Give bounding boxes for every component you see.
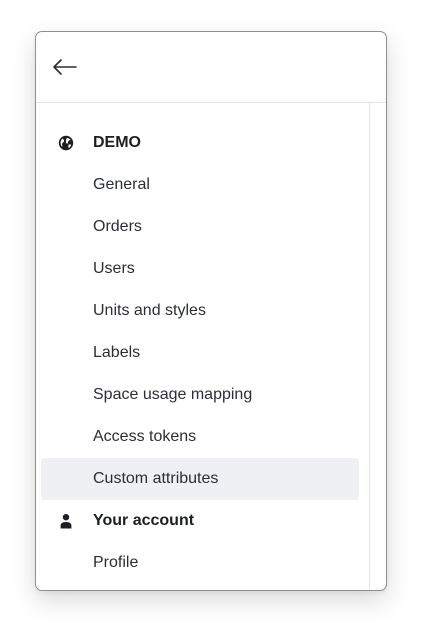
section-header-demo[interactable]: DEMO <box>41 122 359 164</box>
menu-item-label: General <box>93 176 150 193</box>
menu-item-label: Custom attributes <box>93 470 219 487</box>
menu-item-label: Orders <box>93 218 142 235</box>
section-header-your-account[interactable]: Your account <box>41 500 359 542</box>
menu-item-label: Access tokens <box>93 428 197 445</box>
section-title: Your account <box>93 512 195 529</box>
settings-menu-panel: DEMO General Orders Users Units and styl… <box>35 31 387 591</box>
section-title: DEMO <box>93 134 141 151</box>
menu-item-label: Profile <box>93 554 139 571</box>
menu-item-access-tokens[interactable]: Access tokens <box>41 416 359 458</box>
person-icon <box>58 513 74 529</box>
back-button[interactable] <box>50 54 84 80</box>
globe-icon <box>58 135 74 151</box>
menu-item-label: Units and styles <box>93 302 206 319</box>
scroll-divider <box>369 102 370 590</box>
menu-item-profile[interactable]: Profile <box>41 542 359 584</box>
menu-item-label: Labels <box>93 344 141 361</box>
arrow-left-icon <box>53 59 77 75</box>
menu-item-labels[interactable]: Labels <box>41 332 359 374</box>
menu-item-space-usage-mapping[interactable]: Space usage mapping <box>41 374 359 416</box>
menu-item-label: Space usage mapping <box>93 386 253 403</box>
menu-item-units-and-styles[interactable]: Units and styles <box>41 290 359 332</box>
menu-item-custom-attributes[interactable]: Custom attributes <box>41 458 359 500</box>
menu-item-users[interactable]: Users <box>41 248 359 290</box>
panel-header <box>36 32 386 103</box>
menu-item-label: Users <box>93 260 135 277</box>
menu-item-general[interactable]: General <box>41 164 359 206</box>
menu-item-orders[interactable]: Orders <box>41 206 359 248</box>
